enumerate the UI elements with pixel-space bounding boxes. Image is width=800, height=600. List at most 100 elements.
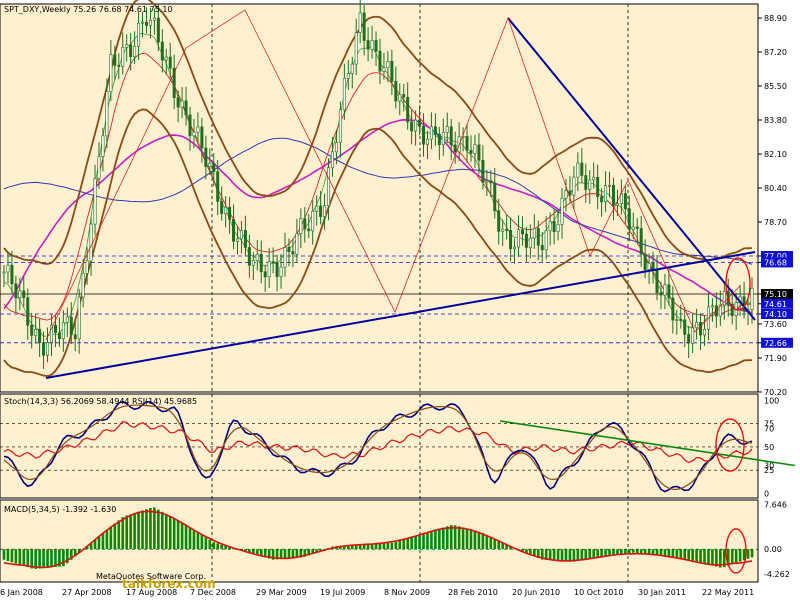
x-label-11: 22 May 2011 bbox=[702, 588, 754, 597]
candle-body bbox=[57, 332, 61, 340]
macd-bar bbox=[434, 530, 437, 550]
candle-body bbox=[556, 224, 560, 232]
candle-body bbox=[695, 321, 699, 329]
macd-bar bbox=[612, 549, 615, 555]
candle-body bbox=[208, 162, 212, 167]
candle-body bbox=[251, 260, 255, 266]
candle-body bbox=[228, 206, 232, 220]
candle-body bbox=[65, 316, 69, 323]
candle-body bbox=[53, 324, 57, 334]
macd-bar bbox=[208, 539, 212, 550]
candle-body bbox=[390, 60, 394, 82]
y-label-14: 71.90 bbox=[764, 354, 787, 363]
macd-bar bbox=[46, 549, 49, 568]
macd-bar bbox=[390, 542, 394, 550]
candle-body bbox=[30, 325, 34, 336]
macd-bar bbox=[600, 549, 603, 557]
macd-bar bbox=[157, 509, 160, 550]
macd-bar bbox=[580, 549, 584, 561]
candle-body bbox=[485, 180, 489, 183]
macd-bar bbox=[465, 528, 469, 550]
candle-body bbox=[493, 182, 497, 212]
macd-bar bbox=[576, 549, 580, 562]
candle-body bbox=[14, 283, 18, 299]
candle-body bbox=[604, 185, 608, 203]
candle-body bbox=[354, 32, 358, 65]
candle-body bbox=[469, 149, 473, 154]
x-label-8: 20 Jun 2010 bbox=[512, 588, 560, 597]
macd-bar bbox=[153, 507, 156, 550]
macd-bar bbox=[616, 549, 619, 555]
macd-y-label-0: 7.646 bbox=[764, 500, 787, 509]
candle-body bbox=[398, 94, 402, 102]
candle-body bbox=[73, 334, 77, 340]
macd-bar bbox=[382, 543, 386, 550]
candle-body bbox=[156, 17, 160, 43]
candle-body bbox=[200, 126, 204, 149]
candle-body bbox=[552, 221, 556, 232]
macd-bar bbox=[683, 549, 687, 560]
macd-bar bbox=[442, 527, 445, 550]
x-label-3: 7 Dec 2008 bbox=[190, 588, 236, 597]
candle-body bbox=[196, 126, 200, 133]
macd-bar bbox=[461, 527, 465, 550]
candle-body bbox=[374, 40, 378, 52]
macd-header: MACD(5,34,5) -1.392 -1.630 bbox=[4, 505, 116, 514]
candle-body bbox=[125, 44, 129, 48]
macd-bar bbox=[184, 525, 188, 550]
candle-body bbox=[386, 60, 390, 69]
candle-body bbox=[275, 262, 279, 277]
candle-body bbox=[611, 184, 615, 206]
macd-bar bbox=[699, 549, 702, 563]
candle-body bbox=[255, 253, 259, 261]
macd-bar bbox=[675, 549, 679, 558]
macd-bar bbox=[679, 549, 683, 559]
macd-bar bbox=[133, 512, 136, 550]
macd-bar bbox=[469, 529, 473, 550]
stoch-header: Stoch(14,3,3) 56.2069 58.4944 RSI(14) 45… bbox=[4, 397, 197, 406]
macd-bar bbox=[137, 511, 140, 550]
candle-body bbox=[378, 50, 382, 72]
macd-bar bbox=[746, 549, 750, 559]
macd-bar bbox=[164, 513, 168, 550]
stoch-y-label-5: 25 bbox=[764, 466, 774, 475]
candle-body bbox=[291, 251, 295, 255]
macd-bar bbox=[50, 549, 53, 568]
macd-bar bbox=[414, 536, 417, 550]
candle-body bbox=[667, 284, 671, 299]
candle-body bbox=[38, 328, 42, 343]
x-label-5: 19 Jul 2009 bbox=[320, 588, 365, 597]
candle-body bbox=[596, 176, 600, 197]
macd-bar bbox=[101, 533, 105, 550]
panel-backgrounds bbox=[0, 3, 759, 583]
candle-body bbox=[572, 176, 576, 196]
candle-body bbox=[453, 144, 457, 153]
candle-body bbox=[247, 247, 251, 266]
macd-bar bbox=[204, 537, 208, 550]
candle-body bbox=[121, 46, 125, 67]
candle-body bbox=[600, 196, 604, 203]
macd-bar bbox=[667, 549, 671, 557]
candle-body bbox=[10, 264, 14, 285]
candle-body bbox=[26, 297, 30, 326]
candle-body bbox=[588, 179, 592, 190]
candle-body bbox=[46, 342, 50, 356]
candle-body bbox=[279, 266, 283, 277]
macd-bar bbox=[283, 549, 287, 559]
candle-body bbox=[236, 238, 240, 242]
macd-bar bbox=[445, 526, 449, 550]
x-label-1: 27 Apr 2008 bbox=[62, 588, 111, 597]
y-label-9: 75.10 bbox=[764, 290, 787, 299]
macd-bar bbox=[639, 549, 643, 554]
candle-body bbox=[465, 135, 469, 151]
candle-body bbox=[34, 328, 38, 336]
stoch-y-axis: 10075705030250 bbox=[764, 397, 779, 499]
macd-bar bbox=[711, 549, 714, 566]
candle-body bbox=[710, 305, 714, 308]
candle-body bbox=[615, 203, 619, 206]
macd-bar bbox=[631, 549, 635, 553]
macd-bar bbox=[430, 531, 433, 550]
candle-body bbox=[243, 230, 247, 248]
macd-bar bbox=[38, 549, 41, 569]
macd-bar bbox=[196, 532, 200, 550]
